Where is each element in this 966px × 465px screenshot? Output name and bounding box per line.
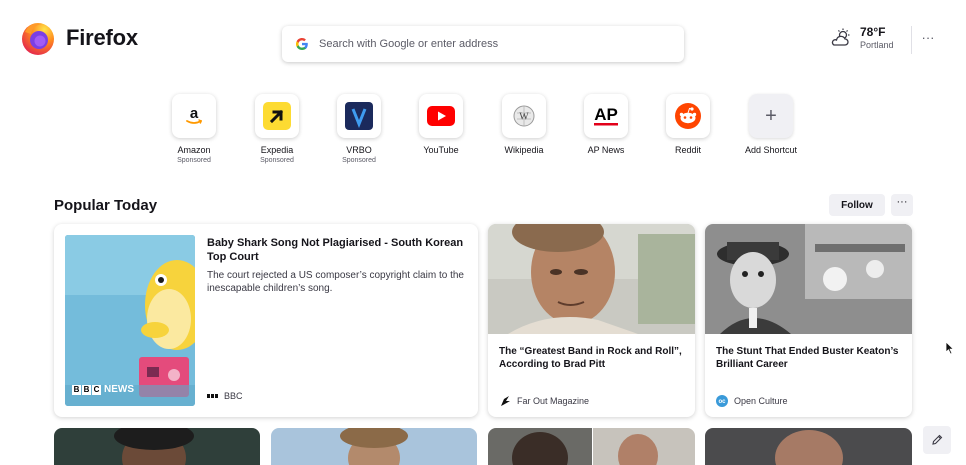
shortcut-label: VRBO xyxy=(346,145,372,155)
follow-button[interactable]: Follow xyxy=(829,194,885,216)
story-description: The court rejected a US composer’s copyr… xyxy=(207,270,464,294)
bbc-source-icon xyxy=(207,394,218,398)
story-card-peek[interactable] xyxy=(705,428,912,465)
shortcut-wikipedia[interactable]: W Wikipedia xyxy=(494,94,554,155)
google-icon xyxy=(296,38,308,50)
plus-icon: + xyxy=(749,94,793,138)
search-input[interactable] xyxy=(319,38,649,50)
vrbo-icon xyxy=(337,94,381,138)
shortcut-add[interactable]: + Add Shortcut xyxy=(741,94,801,155)
story-title: Baby Shark Song Not Plagiarised - South … xyxy=(207,237,464,263)
sponsored-label: Sponsored xyxy=(177,157,211,164)
weather-widget[interactable]: 78°F Portland xyxy=(830,25,894,50)
weather-location: Portland xyxy=(860,40,894,50)
shortcut-label: AP News xyxy=(587,145,625,155)
svg-text:W: W xyxy=(519,112,529,123)
shortcut-reddit[interactable]: Reddit xyxy=(658,94,718,155)
ap-news-icon: AP xyxy=(584,94,628,138)
shortcut-label: Expedia xyxy=(260,145,294,155)
story-image: B B C NEWS xyxy=(65,235,195,406)
story-source: oc Open Culture xyxy=(716,395,788,407)
bbc-news-watermark: B B C NEWS xyxy=(72,384,134,395)
story-title: The Stunt That Ended Buster Keaton’s Bri… xyxy=(716,346,899,370)
partly-cloudy-icon xyxy=(831,28,850,46)
reddit-icon xyxy=(666,94,710,138)
story-image xyxy=(705,224,912,334)
source-name: BBC xyxy=(224,391,243,401)
svg-text:a: a xyxy=(190,105,199,122)
search-bar[interactable] xyxy=(282,26,684,62)
amazon-icon: a xyxy=(172,94,216,138)
shortcut-label: Reddit xyxy=(674,145,701,155)
expedia-icon xyxy=(255,94,299,138)
brand-name: Firefox xyxy=(66,25,138,50)
shortcut-label: Amazon xyxy=(177,145,211,155)
shortcut-label: YouTube xyxy=(423,145,459,155)
far-out-source-icon xyxy=(501,396,510,406)
open-culture-source-icon: oc xyxy=(716,395,728,407)
firefox-logo-icon xyxy=(22,23,54,55)
shortcut-ap-news[interactable]: AP AP News xyxy=(576,94,636,155)
customize-button[interactable] xyxy=(923,426,951,454)
mouse-cursor-icon xyxy=(945,341,955,355)
story-source: Far Out Magazine xyxy=(499,395,589,407)
weather-temperature: 78°F xyxy=(860,25,886,39)
shortcut-vrbo[interactable]: VRBO Sponsored xyxy=(329,94,389,164)
shortcut-youtube[interactable]: YouTube xyxy=(411,94,471,155)
section-title: Popular Today xyxy=(54,197,158,214)
story-card[interactable]: The Stunt That Ended Buster Keaton’s Bri… xyxy=(705,224,912,417)
story-source: BBC xyxy=(207,391,243,401)
story-card-peek[interactable] xyxy=(271,428,477,465)
source-name: Open Culture xyxy=(734,396,788,406)
sponsored-label: Sponsored xyxy=(260,157,294,164)
source-name: Far Out Magazine xyxy=(517,396,590,406)
section-more-button[interactable]: ··· xyxy=(891,194,913,216)
firefox-brand: Firefox xyxy=(20,20,138,56)
story-title: The “Greatest Band in Rock and Roll”, Ac… xyxy=(499,346,682,370)
story-card-peek[interactable] xyxy=(54,428,260,465)
shortcut-expedia[interactable]: Expedia Sponsored xyxy=(247,94,307,164)
svg-text:AP: AP xyxy=(594,105,618,124)
sponsored-label: Sponsored xyxy=(342,157,376,164)
story-card[interactable]: The “Greatest Band in Rock and Roll”, Ac… xyxy=(488,224,695,417)
story-image xyxy=(488,224,695,334)
pencil-icon xyxy=(932,434,943,445)
shortcut-label: Wikipedia xyxy=(504,145,544,155)
weather-menu-button[interactable]: ··· xyxy=(919,31,937,48)
youtube-icon xyxy=(419,94,463,138)
shortcut-label: Add Shortcut xyxy=(744,145,798,155)
header-divider xyxy=(911,26,912,54)
svg-text:oc: oc xyxy=(718,399,726,405)
story-card-featured[interactable]: B B C NEWS Baby Shark Song Not Plagiaris… xyxy=(54,224,478,417)
shortcut-amazon[interactable]: a Amazon Sponsored xyxy=(164,94,224,164)
story-card-peek[interactable] xyxy=(488,428,695,465)
wikipedia-icon: W xyxy=(502,94,546,138)
